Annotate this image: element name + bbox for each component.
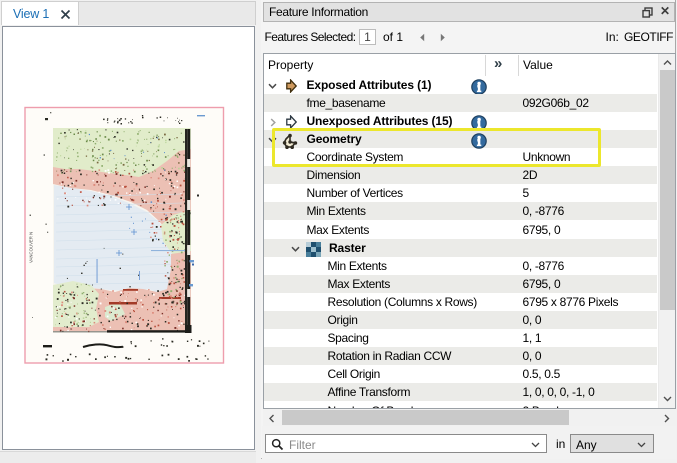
svg-text:VANCOUVER N: VANCOUVER N — [29, 232, 34, 263]
